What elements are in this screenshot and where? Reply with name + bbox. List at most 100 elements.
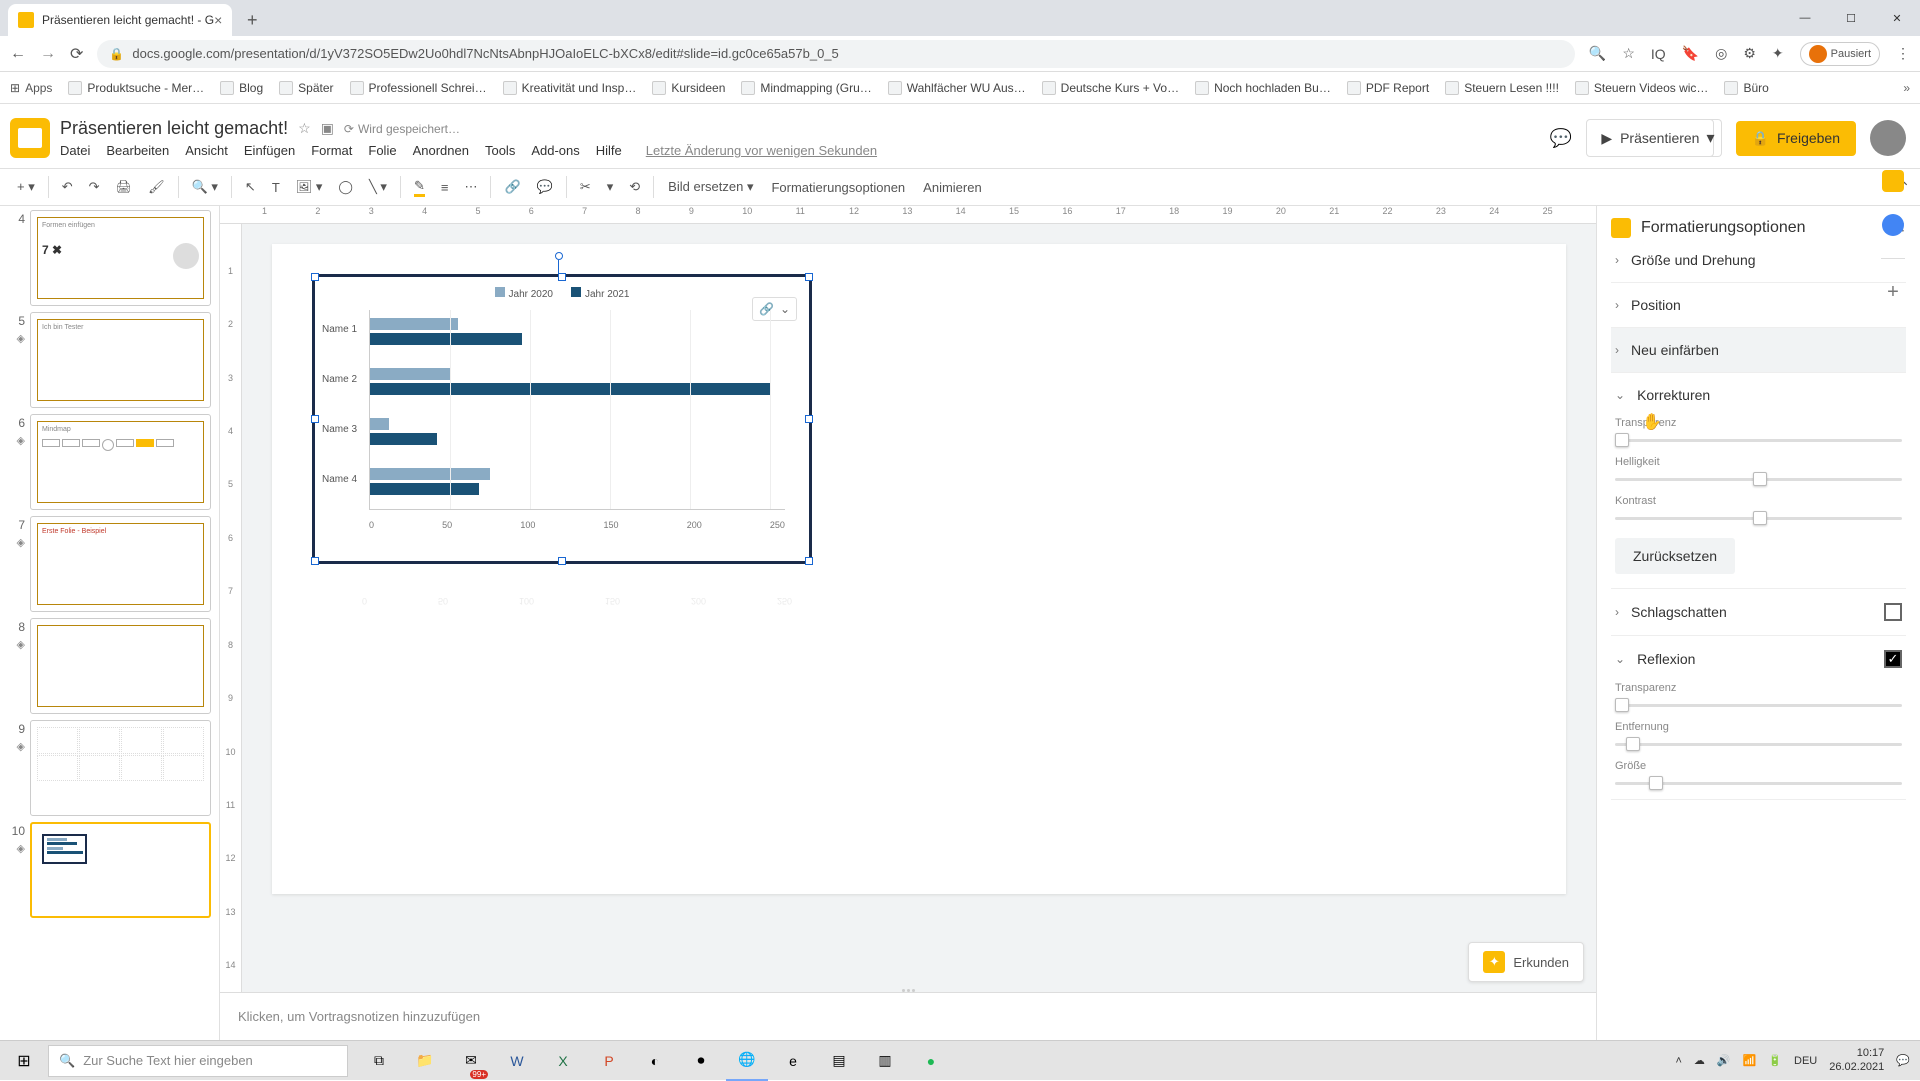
slide-thumbnail-7[interactable]: Erste Folie - Beispiel — [30, 516, 211, 612]
taskbar-search[interactable]: 🔍 Zur Suche Text hier eingeben — [48, 1045, 348, 1077]
chrome-icon[interactable]: 🌐 — [726, 1041, 768, 1081]
address-bar[interactable]: 🔒 docs.google.com/presentation/d/1yV372S… — [97, 40, 1575, 68]
slider-brightness[interactable] — [1615, 478, 1902, 481]
resize-handle-nw[interactable] — [311, 273, 319, 281]
maximize-button[interactable]: ☐ — [1828, 0, 1874, 36]
print-button[interactable]: 🖨 — [109, 174, 140, 200]
slide-canvas[interactable]: 🔗⌄ Jahr 2020 Jahr 2021 Name 1Name 2Name … — [272, 244, 1566, 894]
close-window-button[interactable]: ✕ — [1874, 0, 1920, 36]
crop-button[interactable]: ✂ — [573, 174, 598, 200]
slide-thumbnail-4[interactable]: Formen einfügen7 ✖ — [30, 210, 211, 306]
onedrive-icon[interactable]: ☁ — [1694, 1054, 1705, 1067]
border-weight-button[interactable]: ≡ — [434, 175, 456, 200]
menu-help[interactable]: Hilfe — [596, 143, 622, 158]
menu-slide[interactable]: Folie — [368, 143, 396, 158]
move-icon[interactable]: ▣ — [321, 120, 334, 137]
comment-button[interactable]: 💬 — [530, 174, 560, 200]
bookmark[interactable]: Wahlfächer WU Aus… — [888, 81, 1026, 95]
reflection-checkbox[interactable]: ✓ — [1884, 650, 1902, 668]
last-edit-link[interactable]: Letzte Änderung vor wenigen Sekunden — [646, 143, 877, 158]
notes-resize-handle[interactable] — [888, 989, 928, 995]
word-icon[interactable]: W — [496, 1041, 538, 1081]
taskbar-clock[interactable]: 10:1726.02.2021 — [1829, 1047, 1884, 1073]
reset-button[interactable]: Zurücksetzen — [1615, 538, 1735, 574]
share-button[interactable]: 🔒 Freigeben — [1736, 121, 1856, 156]
app-icon[interactable]: ▥ — [864, 1041, 906, 1081]
bookmark[interactable]: Steuern Videos wic… — [1575, 81, 1709, 95]
tray-chevron-icon[interactable]: ˄ — [1675, 1055, 1681, 1067]
chrome-menu-icon[interactable]: ⋮ — [1896, 45, 1910, 62]
speaker-notes[interactable]: Klicken, um Vortragsnotizen hinzuzufügen — [220, 992, 1596, 1040]
line-tool[interactable]: ╲ ▾ — [362, 174, 394, 200]
resize-handle-sw[interactable] — [311, 557, 319, 565]
bookmarks-overflow-icon[interactable]: » — [1903, 81, 1910, 95]
bookmark[interactable]: PDF Report — [1347, 81, 1429, 95]
language-indicator[interactable]: DEU — [1794, 1055, 1817, 1067]
bookmark[interactable]: Noch hochladen Bu… — [1195, 81, 1331, 95]
slider-transparency[interactable] — [1615, 439, 1902, 442]
add-addon-icon[interactable]: + — [1887, 281, 1899, 304]
extension-icon[interactable]: ⚙ — [1743, 45, 1756, 62]
rotate-handle[interactable] — [555, 252, 563, 260]
keep-icon[interactable] — [1882, 170, 1904, 192]
bookmark[interactable]: Deutsche Kurs + Vo… — [1042, 81, 1179, 95]
mask-button[interactable]: ▾ — [600, 174, 621, 200]
section-size-rotation[interactable]: ›Größe und Drehung — [1615, 252, 1902, 268]
battery-icon[interactable]: 🔋 — [1768, 1054, 1782, 1067]
menu-tools[interactable]: Tools — [485, 143, 515, 158]
bookmark[interactable]: Steuern Lesen !!!! — [1445, 81, 1559, 95]
back-button[interactable]: ← — [10, 45, 26, 63]
replace-image-button[interactable]: Bild ersetzen ▾ — [660, 174, 761, 200]
apps-shortcut[interactable]: ⊞Apps — [10, 81, 52, 95]
file-explorer-icon[interactable]: 📁 — [404, 1041, 446, 1081]
comments-icon[interactable]: 💬 — [1550, 128, 1572, 149]
extension-icon[interactable]: ◎ — [1715, 45, 1727, 62]
section-reflection[interactable]: ⌄Reflexion✓ — [1615, 650, 1902, 668]
slider-refl-size[interactable] — [1615, 782, 1902, 785]
minimize-button[interactable]: — — [1782, 0, 1828, 36]
app-icon[interactable]: ◐ — [634, 1041, 676, 1081]
link-button[interactable]: 🔗 — [497, 174, 527, 200]
browser-tab[interactable]: Präsentieren leicht gemacht! - G × — [8, 4, 232, 36]
zoom-button[interactable]: 🔍 ▾ — [185, 174, 225, 200]
profile-chip[interactable]: Pausiert — [1800, 42, 1880, 66]
bookmark[interactable]: Produktsuche - Mer… — [68, 81, 204, 95]
menu-file[interactable]: Datei — [60, 143, 90, 158]
select-tool[interactable]: ↖ — [238, 174, 263, 200]
section-recolor[interactable]: ›Neu einfärben — [1615, 342, 1902, 358]
slide-thumbnail-6[interactable]: Mindmap — [30, 414, 211, 510]
format-options-button[interactable]: Formatierungsoptionen — [763, 175, 913, 200]
reset-image-button[interactable]: ⟲ — [622, 174, 647, 200]
bookmark[interactable]: Mindmapping (Gru… — [741, 81, 871, 95]
extension-icon[interactable]: 🔖 — [1682, 45, 1699, 62]
slide-thumbnail-10[interactable] — [30, 822, 211, 918]
bookmark[interactable]: Professionell Schrei… — [350, 81, 487, 95]
slider-contrast[interactable] — [1615, 517, 1902, 520]
slider-refl-transparency[interactable] — [1615, 704, 1902, 707]
paint-format-button[interactable]: 🖌 — [141, 174, 172, 200]
menu-arrange[interactable]: Anordnen — [413, 143, 469, 158]
menu-addons[interactable]: Add-ons — [531, 143, 579, 158]
close-tab-icon[interactable]: × — [214, 12, 222, 28]
excel-icon[interactable]: X — [542, 1041, 584, 1081]
slider-refl-distance[interactable] — [1615, 743, 1902, 746]
obs-icon[interactable]: ⏺ — [680, 1041, 722, 1081]
zoom-icon[interactable]: 🔍 — [1589, 45, 1606, 62]
tasks-icon[interactable] — [1882, 214, 1904, 236]
task-view-icon[interactable]: ⧉ — [358, 1041, 400, 1081]
slide-thumbnail-9[interactable] — [30, 720, 211, 816]
bookmark[interactable]: Büro — [1724, 81, 1768, 95]
slides-logo-icon[interactable] — [10, 118, 50, 158]
present-dropdown[interactable]: ▾ — [1700, 119, 1721, 157]
extensions-menu-icon[interactable]: ✦ — [1772, 45, 1784, 62]
resize-handle-e[interactable] — [805, 415, 813, 423]
border-color-button[interactable]: ✎ — [407, 173, 432, 202]
bookmark[interactable]: Kursideen — [652, 81, 725, 95]
star-icon[interactable]: ☆ — [298, 120, 311, 137]
section-shadow[interactable]: ›Schlagschatten — [1615, 603, 1902, 621]
shadow-checkbox[interactable] — [1884, 603, 1902, 621]
selected-chart-object[interactable]: 🔗⌄ Jahr 2020 Jahr 2021 Name 1Name 2Name … — [312, 274, 812, 564]
reload-button[interactable]: ⟳ — [70, 44, 83, 64]
image-tool[interactable]: 🖼 ▾ — [289, 174, 330, 200]
menu-insert[interactable]: Einfügen — [244, 143, 295, 158]
